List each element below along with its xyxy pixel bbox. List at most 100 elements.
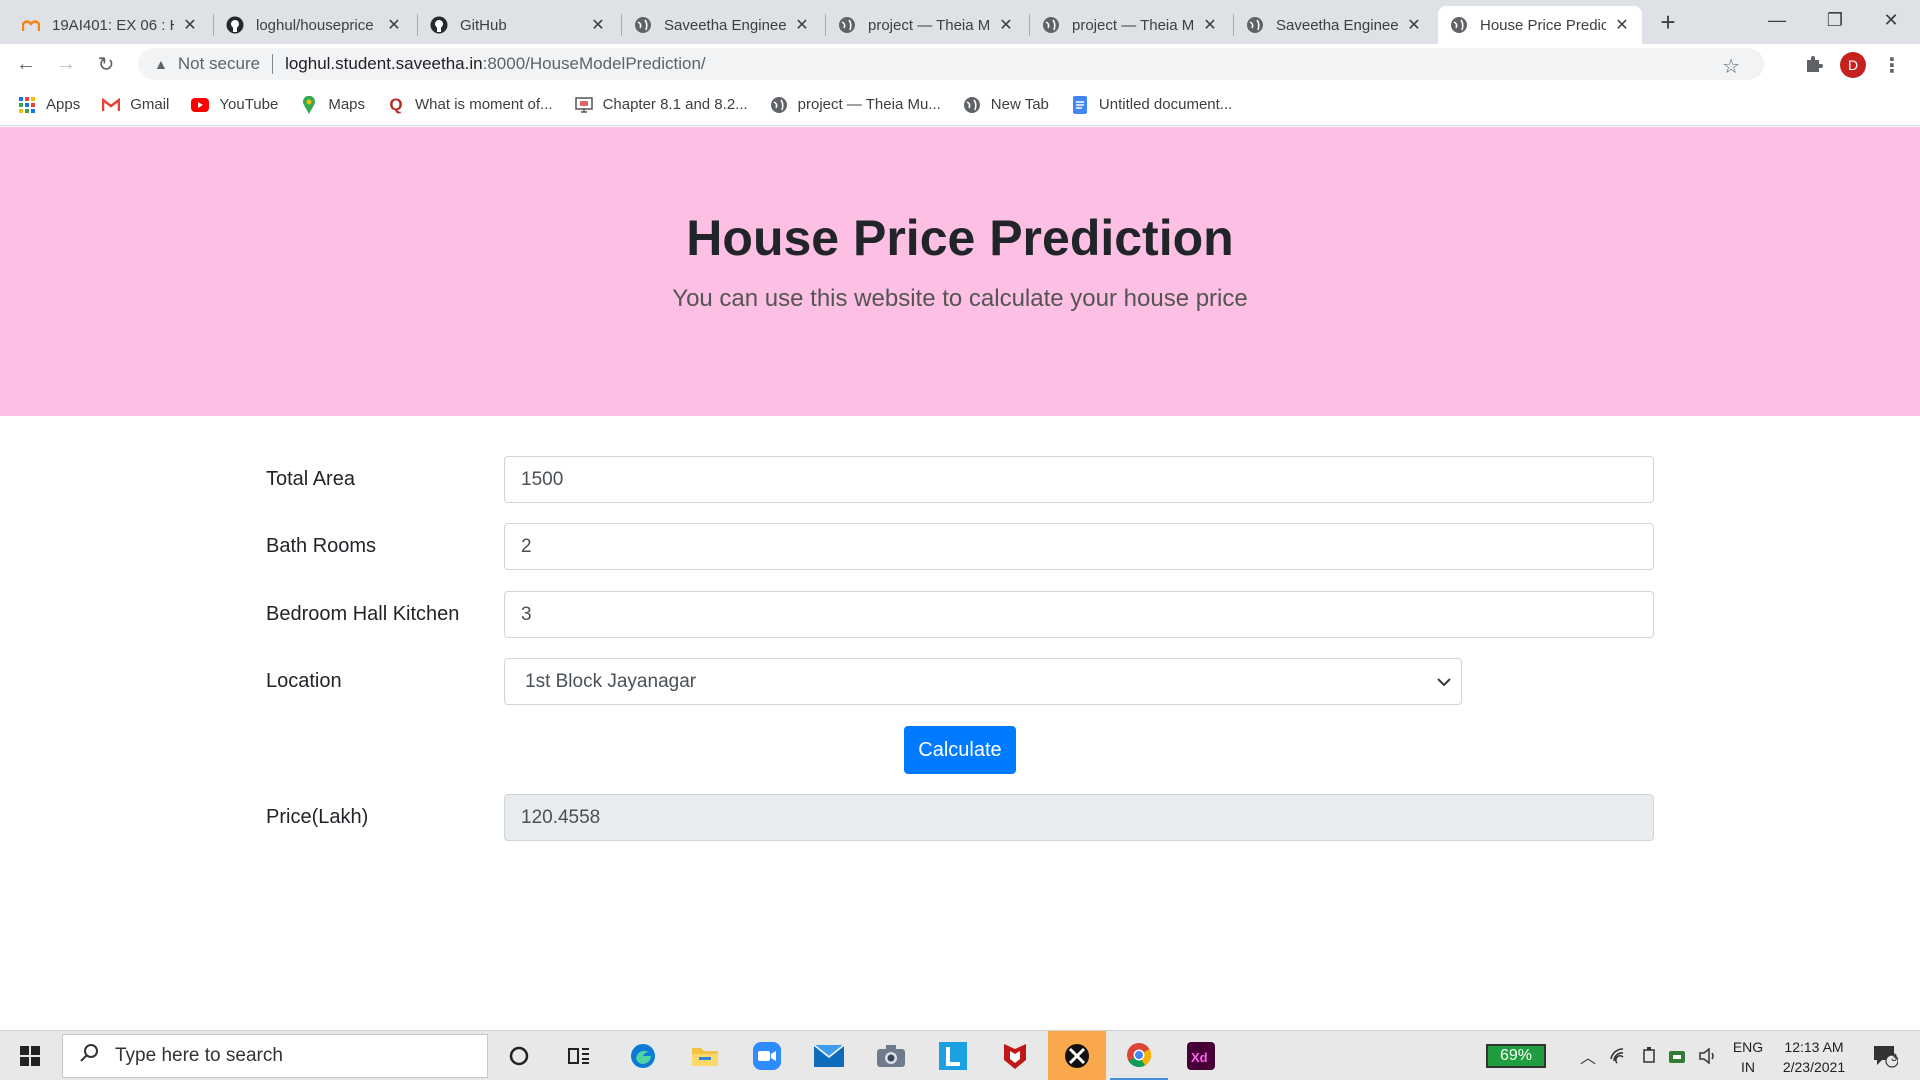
globe-icon: [634, 16, 652, 34]
calculate-button[interactable]: Calculate: [904, 726, 1016, 774]
language-code: ENG: [1732, 1039, 1764, 1055]
taskbar-search-box[interactable]: Type here to search: [62, 1034, 488, 1078]
bookmark-gmail[interactable]: Gmail: [102, 96, 169, 114]
battery-indicator[interactable]: 69%: [1486, 1044, 1546, 1068]
clock-date: 2/23/2021: [1782, 1059, 1846, 1075]
bookmark-star-icon[interactable]: ☆: [1722, 54, 1740, 79]
browser-tab[interactable]: 19AI401: EX 06 : H ✕: [10, 6, 210, 44]
location-selected-value: 1st Block Jayanagar: [525, 670, 697, 692]
bookmark-maps[interactable]: Maps: [300, 95, 366, 114]
input-language[interactable]: ENG IN: [1728, 1037, 1768, 1077]
task-view-icon[interactable]: [550, 1031, 608, 1080]
close-icon[interactable]: ✕: [1202, 17, 1218, 34]
bookmark-theia[interactable]: project — Theia Mu...: [770, 96, 941, 114]
edge-icon[interactable]: [614, 1031, 672, 1080]
extensions-puzzle-icon[interactable]: [1798, 50, 1830, 78]
mail-icon[interactable]: [800, 1031, 858, 1080]
page-title: House Price Prediction: [686, 210, 1234, 266]
notification-center-icon[interactable]: 3: [1868, 1041, 1902, 1071]
bookmark-label: YouTube: [219, 96, 279, 113]
mcafee-icon[interactable]: [986, 1031, 1044, 1080]
new-tab-button[interactable]: +: [1654, 7, 1682, 37]
security-shield-icon[interactable]: [1664, 1031, 1690, 1080]
forward-button[interactable]: →: [50, 48, 82, 80]
globe-icon: [1246, 16, 1264, 34]
bookmark-label: What is moment of...: [415, 96, 553, 113]
browser-tab-active[interactable]: House Price Predic ✕: [1438, 6, 1642, 44]
zoom-icon[interactable]: [738, 1031, 796, 1080]
quora-icon: Q: [389, 94, 403, 114]
bhk-label: Bedroom Hall Kitchen: [266, 603, 460, 625]
price-label: Price(Lakh): [266, 806, 369, 828]
windows-start-icon[interactable]: [0, 1031, 60, 1080]
file-explorer-icon[interactable]: [676, 1031, 734, 1080]
address-bar[interactable]: ▲ Not secure loghul.student.saveetha.in …: [138, 48, 1764, 80]
chrome-icon[interactable]: [1110, 1031, 1168, 1080]
price-output: 120.4558: [504, 794, 1654, 841]
bookmark-untitled-doc[interactable]: Untitled document...: [1071, 95, 1232, 114]
close-icon[interactable]: ✕: [794, 17, 810, 34]
browser-tab[interactable]: Saveetha Engineer ✕: [1234, 6, 1434, 44]
bookmark-apps[interactable]: Apps: [18, 96, 80, 114]
apps-grid-icon: [18, 96, 36, 114]
tab-title: project — Theia M: [868, 16, 990, 34]
browser-tab[interactable]: Saveetha Engineer ✕: [622, 6, 822, 44]
l-app-icon[interactable]: [924, 1031, 982, 1080]
browser-tab[interactable]: loghul/houseprice ✕: [214, 6, 414, 44]
back-button[interactable]: ←: [10, 48, 42, 80]
docs-icon: [1071, 95, 1089, 114]
close-window-button[interactable]: ✕: [1862, 0, 1920, 40]
github-icon: [430, 16, 448, 34]
close-icon[interactable]: ✕: [590, 17, 606, 34]
close-icon[interactable]: ✕: [386, 17, 402, 34]
page-subtitle: You can use this website to calculate yo…: [672, 285, 1248, 312]
clock-time: 12:13 AM: [1784, 1039, 1844, 1055]
tab-title: 19AI401: EX 06 : H: [52, 16, 174, 34]
moodle-icon: [22, 16, 40, 34]
camera-icon[interactable]: [862, 1031, 920, 1080]
gmail-icon: [102, 96, 121, 114]
tab-title: GitHub: [460, 16, 507, 34]
volume-icon[interactable]: [1694, 1031, 1722, 1080]
minimize-button[interactable]: —: [1748, 0, 1806, 40]
location-select[interactable]: 1st Block Jayanagar: [504, 658, 1462, 705]
tab-title: Saveetha Engineer: [1276, 16, 1398, 34]
bhk-input[interactable]: 3: [504, 591, 1654, 638]
browser-tab-strip: 19AI401: EX 06 : H ✕ loghul/houseprice ✕…: [0, 0, 1920, 44]
hero-banner: House Price Prediction You can use this …: [0, 127, 1920, 416]
globe-icon: [1042, 16, 1060, 34]
restore-button[interactable]: ❐: [1806, 0, 1864, 40]
cortana-icon[interactable]: [490, 1031, 548, 1080]
bookmark-label: Maps: [328, 96, 366, 113]
tab-title: project — Theia M: [1072, 16, 1194, 34]
bookmark-quora[interactable]: Q What is moment of...: [387, 94, 553, 114]
url-path: :8000/HouseModelPrediction/: [482, 54, 706, 73]
chevron-up-icon[interactable]: ︿: [1574, 1031, 1602, 1080]
adobe-xd-icon[interactable]: Xd: [1172, 1031, 1230, 1080]
globe-icon: [963, 96, 981, 114]
browser-tab[interactable]: GitHub ✕: [418, 6, 618, 44]
bookmark-newtab[interactable]: New Tab: [963, 96, 1049, 114]
browser-tab[interactable]: project — Theia M ✕: [826, 6, 1026, 44]
globe-icon: [770, 96, 788, 114]
xbox-icon[interactable]: [1048, 1031, 1106, 1080]
taskbar-clock[interactable]: 12:13 AM 2/23/2021: [1774, 1037, 1854, 1077]
total-area-label: Total Area: [266, 468, 355, 490]
search-placeholder: Type here to search: [115, 1045, 283, 1066]
close-icon[interactable]: ✕: [1614, 17, 1630, 34]
close-icon[interactable]: ✕: [182, 17, 198, 34]
reload-button[interactable]: ↻: [90, 48, 122, 80]
device-icon[interactable]: [1636, 1031, 1662, 1080]
total-area-input[interactable]: 1500: [504, 456, 1654, 503]
browser-tab[interactable]: project — Theia M ✕: [1030, 6, 1230, 44]
bookmark-label: Chapter 8.1 and 8.2...: [602, 96, 748, 113]
chrome-menu-icon[interactable]: ⋮: [1880, 50, 1904, 80]
windows-taskbar: Type here to search Xd 69% ︿ ENG IN 12:1…: [0, 1030, 1920, 1080]
bookmark-youtube[interactable]: YouTube: [191, 96, 278, 114]
wifi-icon[interactable]: [1604, 1031, 1634, 1080]
close-icon[interactable]: ✕: [998, 17, 1014, 34]
bookmark-chapter[interactable]: Chapter 8.1 and 8.2...: [574, 96, 748, 114]
bath-rooms-input[interactable]: 2: [504, 523, 1654, 570]
close-icon[interactable]: ✕: [1406, 17, 1422, 34]
avatar[interactable]: D: [1840, 52, 1866, 78]
